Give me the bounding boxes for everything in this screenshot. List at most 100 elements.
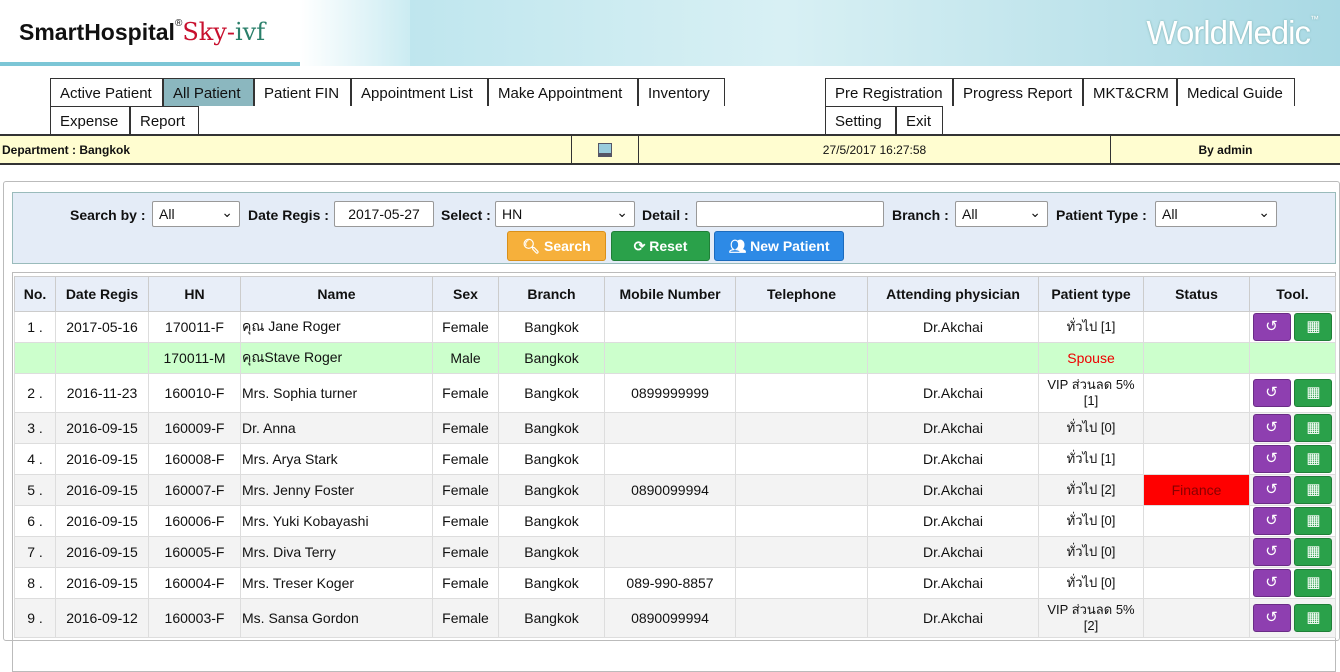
col-name: Name [240,276,433,312]
cell-telephone [735,567,868,599]
banner-fade [300,0,420,66]
calendar-icon[interactable]: ▦ [1294,604,1333,632]
branch-select[interactable]: All ⌄ [955,201,1048,227]
tab-pre-registration[interactable]: Pre Registration [825,78,953,106]
tab-exit[interactable]: Exit [896,106,943,134]
cell-branch: Bangkok [498,443,605,475]
cell-patient-type: ทั่วไป [0] [1038,536,1144,568]
tab-make-appointment[interactable]: Make Appointment [488,78,638,106]
cell-patient-type: VIP ส่วนลด 5% [2] [1038,598,1144,638]
table-row-spouse[interactable]: 170011-M คุณStave Roger Male Bangkok Spo… [14,342,1336,374]
cell-sex: Female [432,598,499,638]
table-row[interactable]: 8 . 2016-09-15 160004-F Mrs. Treser Koge… [14,567,1336,599]
cell-telephone [735,536,868,568]
history-icon[interactable]: ↺ [1252,313,1291,341]
tab-expense[interactable]: Expense [50,106,130,134]
select-field[interactable]: HN ⌄ [495,201,635,227]
history-icon[interactable]: ↺ [1252,507,1291,535]
cell-physician: Dr.Akchai [867,567,1039,599]
patient-type-select[interactable]: All ⌄ [1155,201,1277,227]
date-regis-label: Date Regis : [248,207,329,223]
cell-hn: 160006-F [148,505,241,537]
tab-inventory[interactable]: Inventory [638,78,725,106]
date-regis-input[interactable]: 2017-05-27 [334,201,434,227]
cell-hn: 160010-F [148,373,241,413]
cell-tool: ↺ ▦ [1249,567,1336,599]
table-row[interactable]: 1 . 2017-05-16 170011-F คุณ Jane Roger F… [14,311,1336,343]
history-icon[interactable]: ↺ [1252,379,1291,407]
calendar-icon[interactable]: ▦ [1294,313,1333,341]
cell-physician: Dr.Akchai [867,311,1039,343]
table-row[interactable]: 4 . 2016-09-15 160008-F Mrs. Arya Stark … [14,443,1336,475]
worldmedic-text: WorldMedic [1146,14,1311,51]
tab-appointment-list[interactable]: Appointment List [351,78,488,106]
calendar-icon[interactable]: ▦ [1294,507,1333,535]
patient-type-value: All [1162,206,1178,222]
monitor-icon[interactable] [598,143,612,157]
patient-table: No. Date Regis HN Name Sex Branch Mobile… [14,276,1336,638]
tab-mkt-crm[interactable]: MKT&CRM [1083,78,1177,106]
new-patient-button[interactable]: 👥︎ New Patient [714,231,844,261]
cell-telephone [735,373,868,413]
tab-setting[interactable]: Setting [825,106,896,134]
cell-status [1143,505,1250,537]
calendar-icon[interactable]: ▦ [1294,414,1333,442]
history-icon[interactable]: ↺ [1252,445,1291,473]
cell-tool: ↺ ▦ [1249,505,1336,537]
col-mobile: Mobile Number [604,276,736,312]
cell-physician: Dr.Akchai [867,443,1039,475]
cell-physician: Dr.Akchai [867,505,1039,537]
cell-no: 6 . [14,505,56,537]
col-patient-type: Patient type [1038,276,1144,312]
history-icon[interactable]: ↺ [1252,604,1291,632]
new-patient-button-label: New Patient [750,238,830,254]
table-row[interactable]: 7 . 2016-09-15 160005-F Mrs. Diva Terry … [14,536,1336,568]
search-button[interactable]: 🔍︎ Search [507,231,606,261]
calendar-icon[interactable]: ▦ [1294,569,1333,597]
calendar-icon[interactable]: ▦ [1294,538,1333,566]
history-icon[interactable]: ↺ [1252,538,1291,566]
history-icon[interactable]: ↺ [1252,476,1291,504]
cell-hn: 160005-F [148,536,241,568]
tab-medical-guide[interactable]: Medical Guide [1177,78,1295,106]
tab-patient-fin[interactable]: Patient FIN [254,78,351,106]
monitor-cell [572,136,639,163]
calendar-icon[interactable]: ▦ [1294,379,1333,407]
table-header-row: No. Date Regis HN Name Sex Branch Mobile… [14,276,1336,312]
cell-branch: Bangkok [498,598,605,638]
cell-telephone [735,311,868,343]
tab-report[interactable]: Report [130,106,199,134]
cell-branch: Bangkok [498,373,605,413]
reset-button[interactable]: ⟳ Reset [611,231,710,261]
detail-input[interactable] [696,201,884,227]
cell-patient-type: ทั่วไป [0] [1038,567,1144,599]
table-row[interactable]: 3 . 2016-09-15 160009-F Dr. Anna Female … [14,412,1336,444]
table-row[interactable]: 9 . 2016-09-12 160003-F Ms. Sansa Gordon… [14,598,1336,638]
cell-name: Ms. Sansa Gordon [240,598,433,638]
cell-branch: Bangkok [498,412,605,444]
cell-branch: Bangkok [498,536,605,568]
history-icon[interactable]: ↺ [1252,569,1291,597]
cell-date: 2016-09-12 [55,598,149,638]
table-row[interactable]: 6 . 2016-09-15 160006-F Mrs. Yuki Kobaya… [14,505,1336,537]
cell-tool: ↺ ▦ [1249,373,1336,413]
history-icon[interactable]: ↺ [1252,414,1291,442]
cell-branch: Bangkok [498,567,605,599]
cell-physician: Dr.Akchai [867,598,1039,638]
cell-sex: Female [432,536,499,568]
tab-progress-report[interactable]: Progress Report [953,78,1083,106]
tab-active-patient[interactable]: Active Patient [50,78,163,106]
table-row[interactable]: 2 . 2016-11-23 160010-F Mrs. Sophia turn… [14,373,1336,413]
cell-status [1143,567,1250,599]
cell-hn: 160004-F [148,567,241,599]
chevron-down-icon: ⌄ [1029,204,1041,220]
cell-tool: ↺ ▦ [1249,412,1336,444]
calendar-icon[interactable]: ▦ [1294,445,1333,473]
cell-sex: Female [432,567,499,599]
search-by-select[interactable]: All ⌄ [152,201,240,227]
calendar-icon[interactable]: ▦ [1294,476,1333,504]
search-button-label: Search [543,238,591,254]
tab-all-patient[interactable]: All Patient [163,78,254,106]
worldmedic-tm: ™ [1310,14,1319,24]
table-row[interactable]: 5 . 2016-09-15 160007-F Mrs. Jenny Foste… [14,474,1336,506]
